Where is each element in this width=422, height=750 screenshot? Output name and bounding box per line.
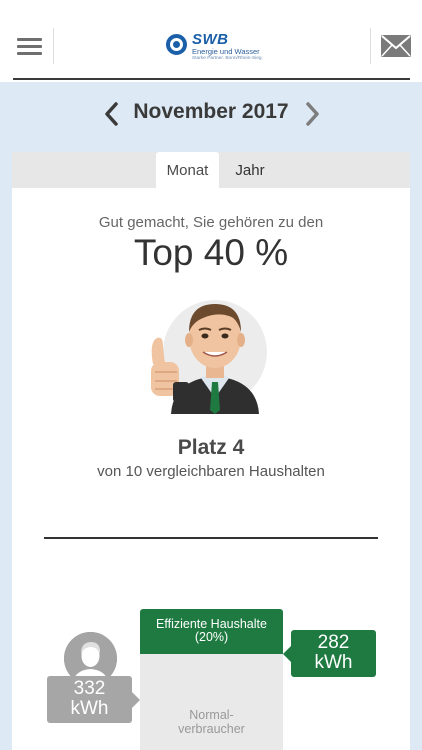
result-intro: Gut gemacht, Sie gehören zu den: [98, 214, 324, 231]
section-divider: [44, 537, 378, 539]
app-header: SWB Energie und Wasser Starke Partner. B…: [0, 0, 422, 74]
tab-month[interactable]: Monat: [156, 152, 219, 188]
thumbs-up-avatar-illustration: [143, 286, 279, 414]
normal-consumers-label-line2: verbraucher: [178, 722, 245, 736]
swb-logo: SWB Energie und Wasser Starke Partner. B…: [164, 31, 264, 65]
menu-bar-middle: [17, 45, 42, 48]
hamburger-menu-icon[interactable]: [0, 24, 56, 68]
rank-subtitle: von 10 vergleichbaren Haushalten: [97, 463, 325, 480]
header-rule: [13, 78, 410, 80]
efficient-value: 282: [317, 632, 350, 653]
comparison-card: Monat Jahr Gut gemacht, Sie gehören zu d…: [12, 152, 410, 750]
normal-consumers-label-line1: Normal-: [189, 708, 234, 722]
user-value: 332: [73, 678, 106, 699]
rank-label: Platz 4: [177, 436, 245, 459]
top-percentage: Top 40 %: [133, 232, 289, 273]
logo-brand: SWB: [192, 31, 229, 48]
logo-subtitle: Energie und Wasser: [192, 47, 260, 56]
month-label: November 2017: [133, 100, 289, 123]
tab-year[interactable]: Jahr: [224, 152, 276, 188]
efficient-unit: kWh: [314, 652, 353, 673]
efficient-value-bubble: 282 kWh: [283, 630, 376, 677]
normal-consumers-column: Normal- verbraucher: [140, 654, 283, 750]
menu-bar-top: [17, 38, 42, 41]
mail-icon[interactable]: [380, 33, 412, 59]
efficient-households-header: Effiziente Haushalte (20%): [140, 609, 283, 654]
header-separator-left: [53, 28, 54, 64]
efficient-households-share: (20%): [194, 630, 229, 644]
period-tabs: Monat Jahr: [12, 152, 410, 188]
user-unit: kWh: [70, 698, 109, 719]
normal-consumers-label: Normal- verbraucher: [140, 708, 283, 736]
header-separator-right: [370, 28, 371, 64]
menu-bar-bottom: [17, 52, 42, 55]
logo-slogan: Starke Partner. Bonn/Rhein-Sieg.: [192, 56, 263, 61]
month-navigation: November 2017: [0, 94, 422, 134]
swb-logo-icon: [166, 34, 187, 55]
chevron-right-icon[interactable]: [300, 100, 324, 128]
user-value-bubble: 332 kWh: [47, 676, 140, 723]
